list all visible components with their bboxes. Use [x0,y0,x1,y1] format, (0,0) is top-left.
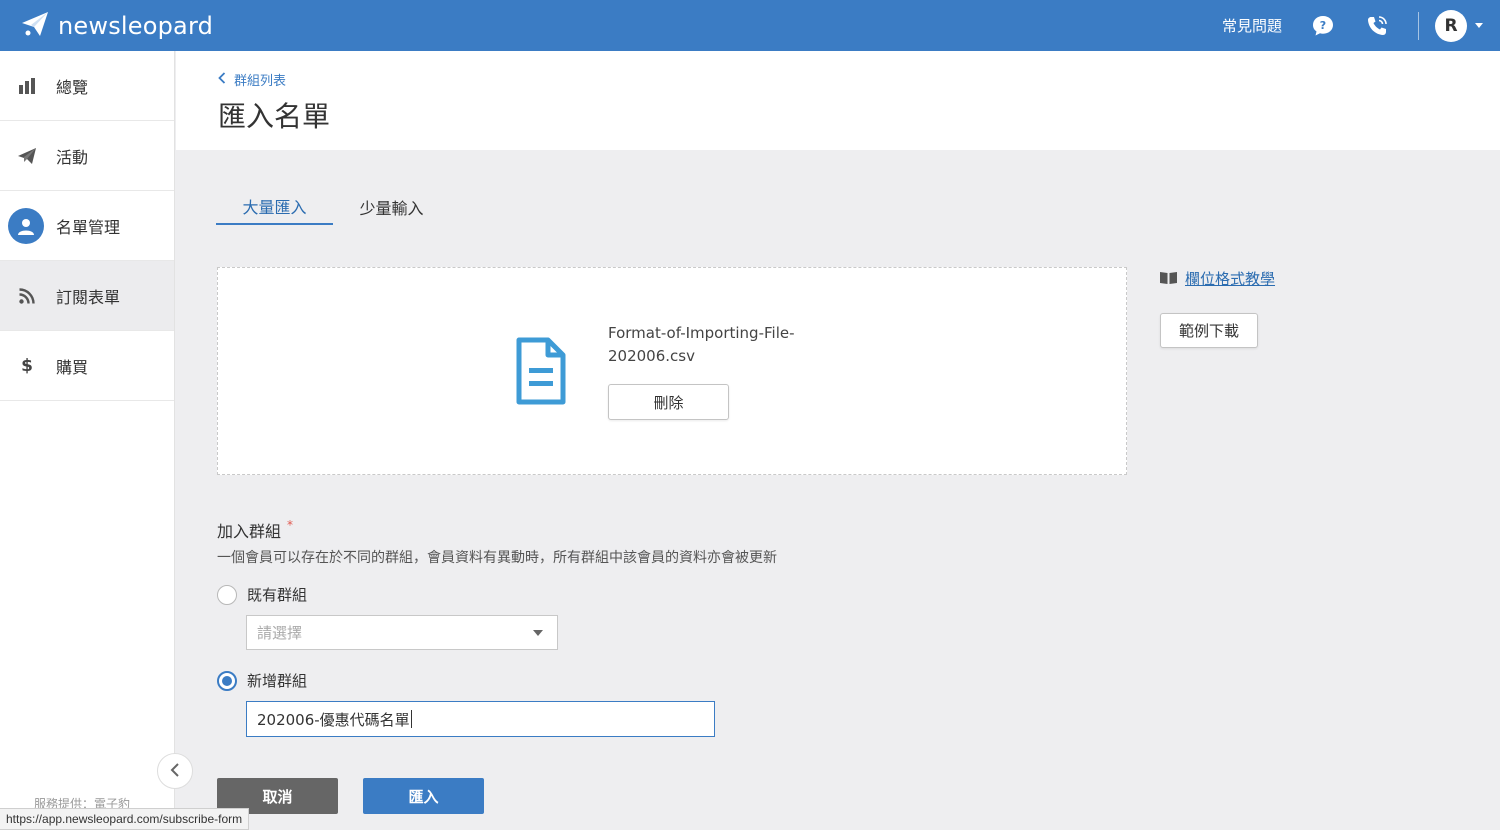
rss-icon [16,285,38,307]
topbar-divider [1418,11,1419,40]
page-title: 匯入名單 [218,100,331,133]
new-group-label: 新增群組 [247,672,308,690]
user-avatar[interactable]: R [1435,9,1467,42]
caret-down-icon [533,630,543,636]
new-group-name-input[interactable]: 202006-優惠代碼名單 [246,701,715,737]
chevron-left-icon [218,71,234,88]
brand-logo[interactable]: newsleopard [20,0,213,51]
status-bar-url: https://app.newsleopard.com/subscribe-fo… [0,808,250,830]
page-header: 群組列表 匯入名單 [176,51,1500,150]
import-tabs: 大量匯入 少量輸入 [216,188,450,225]
import-button[interactable]: 匯入 [363,778,484,814]
sidebar-item-label: 總覽 [56,77,89,97]
new-group-radio[interactable] [217,670,237,691]
top-bar: newsleopard 常見問題 ? R [0,0,1500,51]
paper-plane-logo-icon [20,9,50,43]
group-label-text: 加入群組 [217,522,282,541]
sidebar-item-subscribe-form[interactable]: 訂閱表單 [0,261,174,331]
sidebar-item-label: 名單管理 [56,217,121,237]
file-name-line-2: 202006.csv [608,347,695,365]
breadcrumb-group-list[interactable]: 群組列表 [234,70,286,89]
required-mark: * [287,518,294,532]
paper-plane-icon [16,145,38,167]
user-icon [8,207,44,244]
sidebar-item-list-management[interactable]: 名單管理 [0,191,174,261]
tab-manual-input[interactable]: 少量輸入 [333,188,450,225]
group-description: 一個會員可以存在於不同的群組，會員資料有異動時，所有群組中該會員的資料亦會被更新 [217,550,777,566]
field-format-tutorial-link[interactable]: 欄位格式教學 [1160,268,1275,289]
new-group-option[interactable]: 新增群組 [217,670,307,691]
select-placeholder: 請選擇 [257,624,303,642]
chat-help-icon[interactable]: ? [1310,13,1336,39]
bar-chart-icon [16,75,38,97]
uploaded-file-name: Format-of-Importing-File- 202006.csv [608,322,808,368]
new-group-name-value: 202006-優惠代碼名單 [257,710,410,729]
existing-group-option[interactable]: 既有群組 [217,584,307,605]
delete-file-button[interactable]: 刪除 [608,384,729,420]
collapse-sidebar-button[interactable] [157,753,193,789]
tab-bulk-import[interactable]: 大量匯入 [216,188,333,225]
file-dropzone[interactable]: Format-of-Importing-File- 202006.csv 刪除 [217,267,1127,475]
existing-group-label: 既有群組 [247,586,308,604]
sidebar-item-campaigns[interactable]: 活動 [0,121,174,191]
book-icon [1160,270,1185,288]
sidebar: 總覽 活動 名單管理 訂閱表單 $ 購買 服務提供：電子豹 [0,51,175,830]
sidebar-item-label: 購買 [56,357,89,377]
tutorial-link-label[interactable]: 欄位格式教學 [1185,268,1275,289]
sidebar-item-label: 活動 [56,147,89,167]
existing-group-select[interactable]: 請選擇 [246,615,558,650]
phone-icon[interactable] [1364,13,1390,39]
file-document-icon [515,336,567,410]
sidebar-item-purchase[interactable]: $ 購買 [0,331,174,401]
sidebar-item-overview[interactable]: 總覽 [0,51,174,121]
dollar-icon: $ [21,355,33,376]
file-name-line-1: Format-of-Importing-File- [608,324,795,342]
chevron-down-icon[interactable] [1475,23,1483,28]
chevron-left-icon [170,762,180,781]
faq-link[interactable]: 常見問題 [1222,15,1282,36]
breadcrumb[interactable]: 群組列表 [218,70,286,89]
existing-group-radio[interactable] [217,584,237,605]
sample-download-button[interactable]: 範例下載 [1160,313,1258,348]
text-cursor [410,710,412,728]
brand-name: newsleopard [58,11,214,40]
svg-text:?: ? [1320,19,1326,32]
sidebar-item-label: 訂閱表單 [56,287,121,307]
add-to-group-label: 加入群組 * [217,518,293,542]
